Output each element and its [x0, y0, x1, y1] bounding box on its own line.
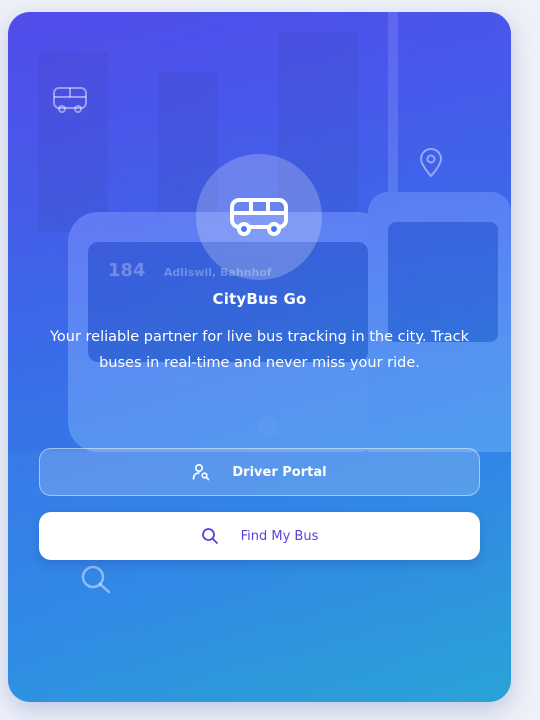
app-description: Your reliable partner for live bus track… [49, 329, 470, 371]
map-pin-icon [419, 148, 443, 178]
app-logo [196, 154, 322, 280]
app-title: CityBus Go [212, 290, 307, 308]
user-key-icon [193, 463, 210, 481]
search-icon [81, 565, 111, 594]
driver-portal-label: Driver Portal [232, 464, 327, 480]
splash-card: 184 Adliswil, Bahnhof CityBus Go Your re… [8, 12, 511, 702]
find-my-bus-label: Find My Bus [240, 528, 319, 544]
find-my-bus-button[interactable]: Find My Bus [39, 512, 480, 560]
bus-icon [53, 87, 87, 113]
driver-portal-button[interactable]: Driver Portal [39, 448, 480, 496]
bus-icon [230, 198, 288, 236]
search-icon [201, 528, 218, 544]
